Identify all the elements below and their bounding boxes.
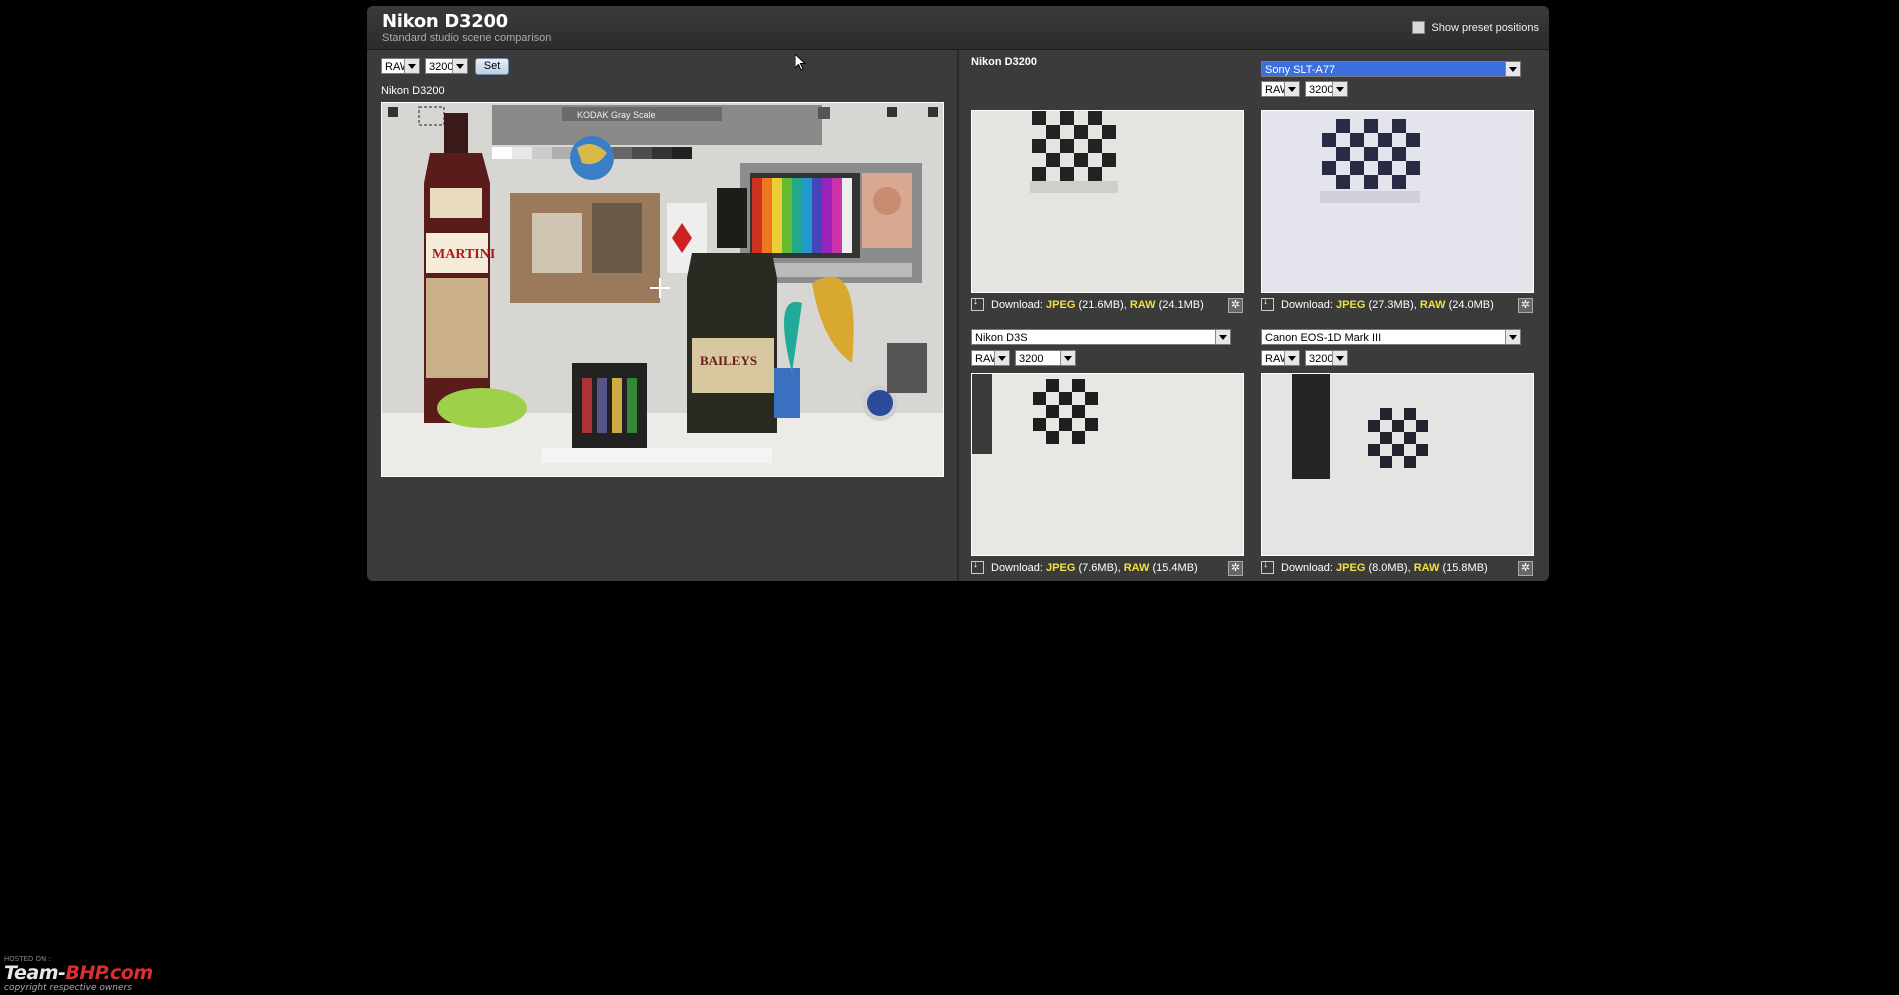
download-prefix: Download: (991, 298, 1043, 311)
raw-size: (15.4MB) (1152, 561, 1198, 574)
download-icon[interactable] (971, 296, 984, 311)
raw-size: (24.0MB) (1448, 298, 1494, 311)
iso-value: 3200 (429, 61, 454, 73)
page-title: Nikon D3200 (382, 11, 508, 32)
studio-scene-image[interactable]: KODAK Gray Scale MARTINI BAILEYS (381, 102, 944, 477)
panel3-checker (972, 374, 1243, 555)
panel4-iso-value: 3200 (1309, 353, 1334, 365)
panel3-camera-value: Nikon D3S (975, 332, 1028, 344)
chevron-down-icon[interactable] (994, 351, 1009, 365)
jpeg-size: (7.6MB), (1078, 561, 1121, 574)
martini-label: MARTINI (432, 247, 495, 262)
scene-illustration: KODAK Gray Scale MARTINI BAILEYS (382, 103, 943, 476)
panel1-camera-label: Nikon D3200 (971, 56, 1038, 68)
panel2-camera-select[interactable]: Sony SLT-A77 (1261, 61, 1521, 77)
panel3-format-select[interactable]: RAW (971, 350, 1010, 366)
set-button[interactable]: Set (475, 58, 509, 75)
panel2-iso-select[interactable]: 3200 (1305, 81, 1348, 97)
watermark-sub: copyright respective owners (4, 983, 132, 993)
gear-icon[interactable]: ✲ (1518, 298, 1533, 313)
chevron-down-icon[interactable] (1505, 330, 1520, 344)
preset-label: Show preset positions (1431, 21, 1539, 34)
right-pane: Nikon D3200 Download: JPEG (21.6MB), RAW (959, 50, 1549, 581)
jpeg-size: (8.0MB), (1368, 561, 1411, 574)
download-prefix: Download: (1281, 298, 1333, 311)
jpeg-link[interactable]: JPEG (1046, 562, 1075, 574)
panel2-checker (1262, 111, 1533, 292)
format-select[interactable]: RAW (381, 58, 420, 74)
preset-checkbox[interactable] (1412, 21, 1426, 34)
panel2-download: Download: JPEG (27.3MB), RAW (24.0MB) (1261, 296, 1494, 311)
iso-select[interactable]: 3200 (425, 58, 468, 74)
jpeg-link[interactable]: JPEG (1046, 299, 1075, 311)
watermark-part-c: .com (103, 962, 153, 984)
chevron-down-icon[interactable] (452, 59, 467, 73)
chevron-down-icon[interactable] (1332, 351, 1347, 365)
panel3-iso-select[interactable]: 3200 (1015, 350, 1076, 366)
chevron-down-icon[interactable] (1215, 330, 1230, 344)
kodak-label: KODAK Gray Scale (577, 110, 656, 120)
preset-toggle[interactable]: Show preset positions (1412, 21, 1539, 34)
gear-icon[interactable]: ✲ (1518, 561, 1533, 576)
comparison-widget: Nikon D3200 Standard studio scene compar… (367, 6, 1549, 581)
watermark-part-a: Team- (4, 962, 66, 984)
jpeg-size: (27.3MB), (1368, 298, 1417, 311)
panel4-crop-image[interactable] (1261, 373, 1534, 556)
raw-size: (24.1MB) (1158, 298, 1204, 311)
jpeg-size: (21.6MB), (1078, 298, 1127, 311)
panel4-format-select[interactable]: RAW (1261, 350, 1300, 366)
watermark: HOSTED ON : Team-BHP.com copyright respe… (4, 955, 153, 993)
panel2-camera-value: Sony SLT-A77 (1265, 64, 1336, 76)
download-icon[interactable] (1261, 296, 1274, 311)
panel4-iso-select[interactable]: 3200 (1305, 350, 1348, 366)
mouse-cursor-icon (794, 52, 807, 77)
gear-icon[interactable]: ✲ (1228, 298, 1243, 313)
download-icon[interactable] (971, 559, 984, 574)
panel4-checker (1262, 374, 1533, 555)
page-subtitle: Standard studio scene comparison (382, 32, 552, 44)
panel3-download: Download: JPEG (7.6MB), RAW (15.4MB) (971, 559, 1198, 574)
jpeg-link[interactable]: JPEG (1336, 562, 1365, 574)
panel3-crop-image[interactable] (971, 373, 1244, 556)
left-pane: RAW 3200 Set Nikon D3200 KODAK Gray Scal… (367, 50, 957, 581)
panel1-crop-image[interactable] (971, 110, 1244, 293)
raw-size: (15.8MB) (1442, 561, 1488, 574)
jpeg-link[interactable]: JPEG (1336, 299, 1365, 311)
watermark-part-b: BHP (65, 962, 104, 984)
panel1-checker (972, 111, 1243, 292)
download-icon[interactable] (1261, 559, 1274, 574)
panel3-camera-select[interactable]: Nikon D3S (971, 329, 1231, 345)
baileys-label: BAILEYS (700, 353, 757, 368)
raw-link[interactable]: RAW (1130, 299, 1156, 311)
panel2-iso-value: 3200 (1309, 84, 1334, 96)
watermark-logo: Team-BHP.com (4, 963, 153, 983)
chevron-down-icon[interactable] (1284, 82, 1299, 96)
panel4-download: Download: JPEG (8.0MB), RAW (15.8MB) (1261, 559, 1488, 574)
chevron-down-icon[interactable] (404, 59, 419, 73)
download-prefix: Download: (991, 561, 1043, 574)
download-prefix: Download: (1281, 561, 1333, 574)
panel2-crop-image[interactable] (1261, 110, 1534, 293)
chevron-down-icon[interactable] (1332, 82, 1347, 96)
chevron-down-icon[interactable] (1060, 351, 1075, 365)
raw-link[interactable]: RAW (1414, 562, 1440, 574)
raw-link[interactable]: RAW (1420, 299, 1446, 311)
panel1-download: Download: JPEG (21.6MB), RAW (24.1MB) (971, 296, 1204, 311)
panel2-format-select[interactable]: RAW (1261, 81, 1300, 97)
panel3-iso-value: 3200 (1019, 353, 1044, 365)
chevron-down-icon[interactable] (1284, 351, 1299, 365)
chevron-down-icon[interactable] (1505, 62, 1520, 76)
raw-link[interactable]: RAW (1124, 562, 1150, 574)
gear-icon[interactable]: ✲ (1228, 561, 1243, 576)
left-camera-label: Nikon D3200 (381, 85, 445, 97)
widget-header: Nikon D3200 Standard studio scene compar… (367, 6, 1549, 50)
panel4-camera-select[interactable]: Canon EOS-1D Mark III (1261, 329, 1521, 345)
panel4-camera-value: Canon EOS-1D Mark III (1265, 332, 1382, 344)
